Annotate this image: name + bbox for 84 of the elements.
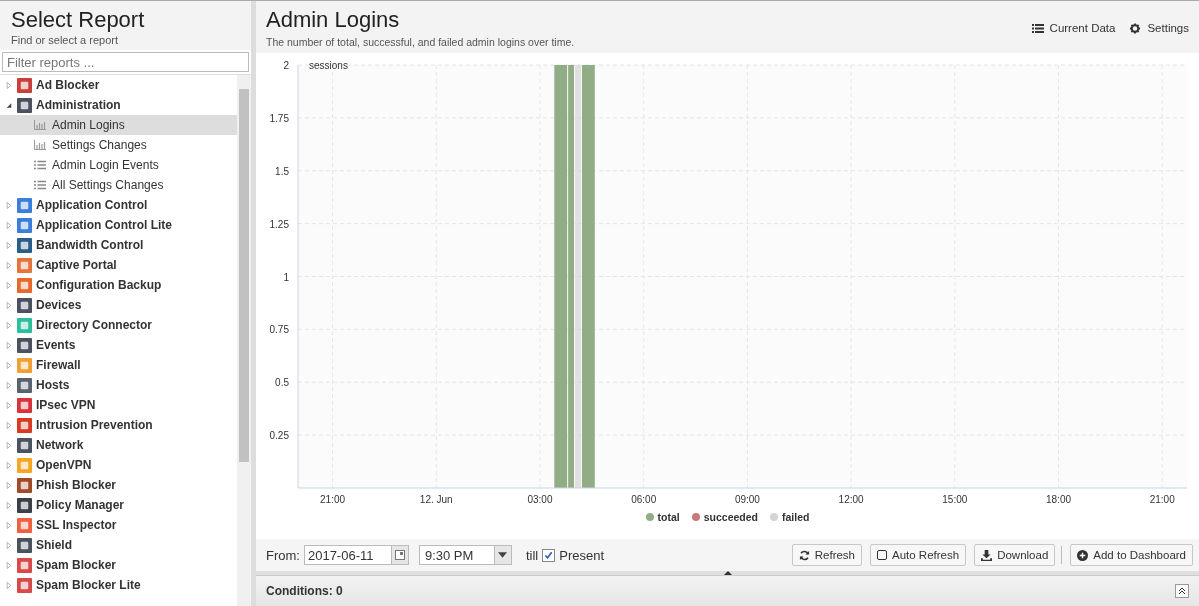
tree-item[interactable]: Firewall: [0, 355, 237, 375]
x-tick-label: 06:00: [631, 494, 657, 505]
present-label: Present: [559, 547, 605, 563]
scrollbar[interactable]: [237, 75, 251, 606]
tree-item[interactable]: OpenVPN: [0, 455, 237, 475]
y-tick-label: 1: [283, 271, 289, 283]
add-button[interactable]: Add to Dashboard: [1070, 544, 1193, 566]
legend-label: succeeded: [703, 511, 758, 523]
y-tick-label: 0.25: [269, 430, 289, 442]
x-tick-label: 09:00: [734, 494, 760, 505]
current-data-link[interactable]: Current Data: [1031, 21, 1116, 35]
report-description: The number of total, successful, and failed admin logins over time.: [266, 36, 576, 48]
tree-item[interactable]: Directory Connector: [0, 315, 237, 335]
tree-item[interactable]: Bandwidth Control: [0, 235, 237, 255]
list-icon: [34, 180, 46, 190]
sidebar-title: Select Report: [11, 7, 146, 33]
tree-item[interactable]: Hosts: [0, 375, 237, 395]
report-item[interactable]: All Settings Changes: [0, 175, 237, 195]
double-caret-icon: [1178, 587, 1186, 595]
report-item[interactable]: Admin Logins: [0, 115, 237, 135]
list-icon: [1031, 22, 1044, 34]
x-tick-label: 12. Jun: [419, 494, 453, 505]
settings-icon: [1129, 22, 1142, 34]
x-tick-label: 03:00: [527, 494, 553, 505]
y-tick-label: 0.75: [269, 324, 289, 336]
expand-button[interactable]: [1175, 584, 1189, 598]
report-title: Admin Logins: [266, 7, 401, 33]
calendar-icon: [394, 550, 405, 560]
tree-item[interactable]: Intrusion Prevention: [0, 415, 237, 435]
x-tick-label: 21:00: [320, 494, 346, 505]
conditions-bar[interactable]: Conditions: 0: [256, 575, 1199, 606]
date-field[interactable]: 2017-06-11: [303, 545, 409, 565]
tree-item[interactable]: Captive Portal: [0, 255, 237, 275]
tree-item[interactable]: Network: [0, 435, 237, 455]
time-dropdown[interactable]: 9:30 PM: [418, 545, 512, 565]
filter-field[interactable]: Filter reports ...: [2, 52, 249, 72]
report-item[interactable]: Admin Login Events: [0, 155, 237, 175]
tree-item[interactable]: SSL Inspector: [0, 515, 237, 535]
report-item[interactable]: Settings Changes: [0, 135, 237, 155]
add-icon: [1077, 549, 1089, 561]
till-label: till: [525, 547, 539, 563]
legend-item[interactable]: succeeded: [691, 511, 758, 523]
bar-chart-icon: [34, 140, 46, 150]
legend-item[interactable]: total: [645, 511, 680, 523]
download-icon: [981, 549, 993, 561]
tree-item[interactable]: Spam Blocker Lite: [0, 575, 237, 595]
tree-item[interactable]: Ad Blocker: [0, 75, 237, 95]
y-axis-title: sessions: [309, 60, 348, 71]
tree-item[interactable]: Application Control: [0, 195, 237, 215]
tree-item[interactable]: Policy Manager: [0, 495, 237, 515]
x-tick-label: 12:00: [838, 494, 864, 505]
present-checkbox[interactable]: [542, 548, 556, 562]
bar-chart-icon: [34, 120, 46, 130]
y-tick-label: 1.5: [275, 165, 289, 177]
tree-item[interactable]: Spam Blocker: [0, 555, 237, 575]
list-icon: [34, 160, 46, 170]
x-tick-label: 15:00: [942, 494, 968, 505]
settings-link[interactable]: Settings: [1129, 21, 1189, 35]
checkbox-button[interactable]: Auto Refresh: [870, 544, 967, 566]
dropdown-caret-icon: [498, 552, 508, 558]
tree-item[interactable]: Shield: [0, 535, 237, 555]
checkbox-icon: [877, 550, 887, 560]
tree-item[interactable]: Configuration Backup: [0, 275, 237, 295]
tree-item[interactable]: Events: [0, 335, 237, 355]
tree-item[interactable]: Application Control Lite: [0, 215, 237, 235]
from-label: From:: [266, 547, 300, 563]
y-tick-label: 2: [283, 60, 289, 71]
download-button[interactable]: Download: [974, 544, 1056, 566]
x-tick-label: 18:00: [1046, 494, 1072, 505]
refresh-icon: [798, 549, 810, 561]
x-tick-label: 21:00: [1149, 494, 1175, 505]
tree-item[interactable]: Administration: [0, 95, 237, 115]
y-tick-label: 1.75: [269, 112, 289, 124]
legend-label: failed: [782, 511, 810, 523]
tree-item[interactable]: Devices: [0, 295, 237, 315]
refresh-button[interactable]: Refresh: [791, 544, 862, 566]
y-tick-label: 0.5: [275, 377, 289, 389]
tree-item[interactable]: IPsec VPN: [0, 395, 237, 415]
tree-item[interactable]: Phish Blocker: [0, 475, 237, 495]
sidebar-subtitle: Find or select a report: [11, 34, 119, 46]
legend-item[interactable]: failed: [770, 511, 810, 523]
conditions-label: Conditions: 0: [266, 584, 343, 598]
y-tick-label: 1.25: [269, 218, 289, 230]
legend-label: total: [657, 511, 680, 523]
